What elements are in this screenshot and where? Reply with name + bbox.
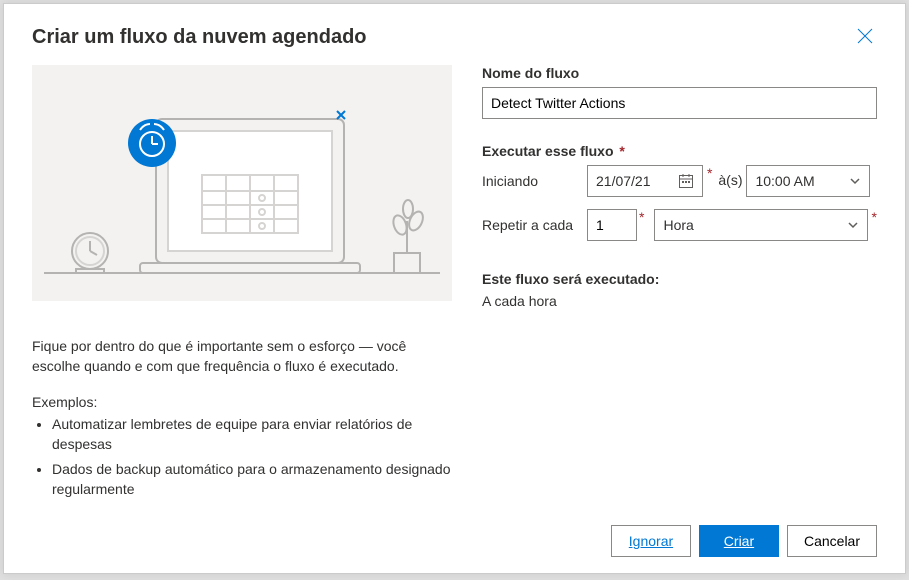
repeat-value-input[interactable] — [587, 209, 637, 241]
create-scheduled-flow-modal: Criar um fluxo da nuvem agendado — [3, 3, 906, 574]
chevron-down-icon — [849, 175, 861, 187]
at-label: à(s) — [714, 173, 746, 188]
left-column: Fique por dentro do que é importante sem… — [32, 65, 452, 511]
calendar-icon — [678, 173, 694, 189]
repeat-unit-value: Hora — [663, 217, 693, 233]
start-time-select[interactable]: 10:00 AM — [746, 165, 870, 197]
modal-body: Fique por dentro do que é importante sem… — [4, 65, 905, 511]
skip-button[interactable]: Ignorar — [611, 525, 691, 557]
required-asterisk: * — [707, 165, 712, 181]
start-date-value: 21/07/21 — [596, 173, 651, 189]
start-time-value: 10:00 AM — [755, 173, 814, 189]
chevron-down-icon — [847, 219, 859, 231]
cancel-button[interactable]: Cancelar — [787, 525, 877, 557]
summary-label: Este fluxo será executado: — [482, 271, 877, 287]
close-button[interactable] — [853, 24, 877, 51]
required-asterisk: * — [639, 209, 644, 225]
starting-label: Iniciando — [482, 173, 587, 189]
required-asterisk: * — [616, 143, 625, 159]
starting-row: Iniciando 21/07/21 * — [482, 165, 877, 197]
modal-title: Criar um fluxo da nuvem agendado — [32, 26, 367, 49]
examples-list: Automatizar lembretes de equipe para env… — [32, 414, 452, 499]
close-icon — [857, 28, 873, 44]
modal-footer: Ignorar Criar Cancelar — [4, 511, 905, 573]
flow-name-input[interactable] — [482, 87, 877, 119]
illustration — [32, 65, 452, 301]
example-item: Automatizar lembretes de equipe para env… — [52, 414, 452, 455]
summary-section: Este fluxo será executado: A cada hora — [482, 271, 877, 309]
example-item: Dados de backup automático para o armaze… — [52, 459, 452, 500]
flow-name-section: Nome do fluxo — [482, 65, 877, 119]
examples-label: Exemplos: — [32, 394, 452, 410]
right-column: Nome do fluxo Executar esse fluxo * Inic… — [482, 65, 877, 511]
flow-name-label: Nome do fluxo — [482, 65, 877, 81]
run-flow-label: Executar esse fluxo * — [482, 143, 877, 159]
run-flow-section: Executar esse fluxo * Iniciando 21/07/21 — [482, 143, 877, 241]
create-button[interactable]: Criar — [699, 525, 779, 557]
start-date-picker[interactable]: 21/07/21 — [587, 165, 703, 197]
repeat-label: Repetir a cada — [482, 217, 587, 233]
summary-text: A cada hora — [482, 293, 877, 309]
required-asterisk: * — [872, 209, 877, 225]
intro-text: Fique por dentro do que é importante sem… — [32, 337, 452, 376]
modal-header: Criar um fluxo da nuvem agendado — [4, 4, 905, 65]
repeat-unit-select[interactable]: Hora — [654, 209, 867, 241]
repeat-row: Repetir a cada * Hora * — [482, 209, 877, 241]
